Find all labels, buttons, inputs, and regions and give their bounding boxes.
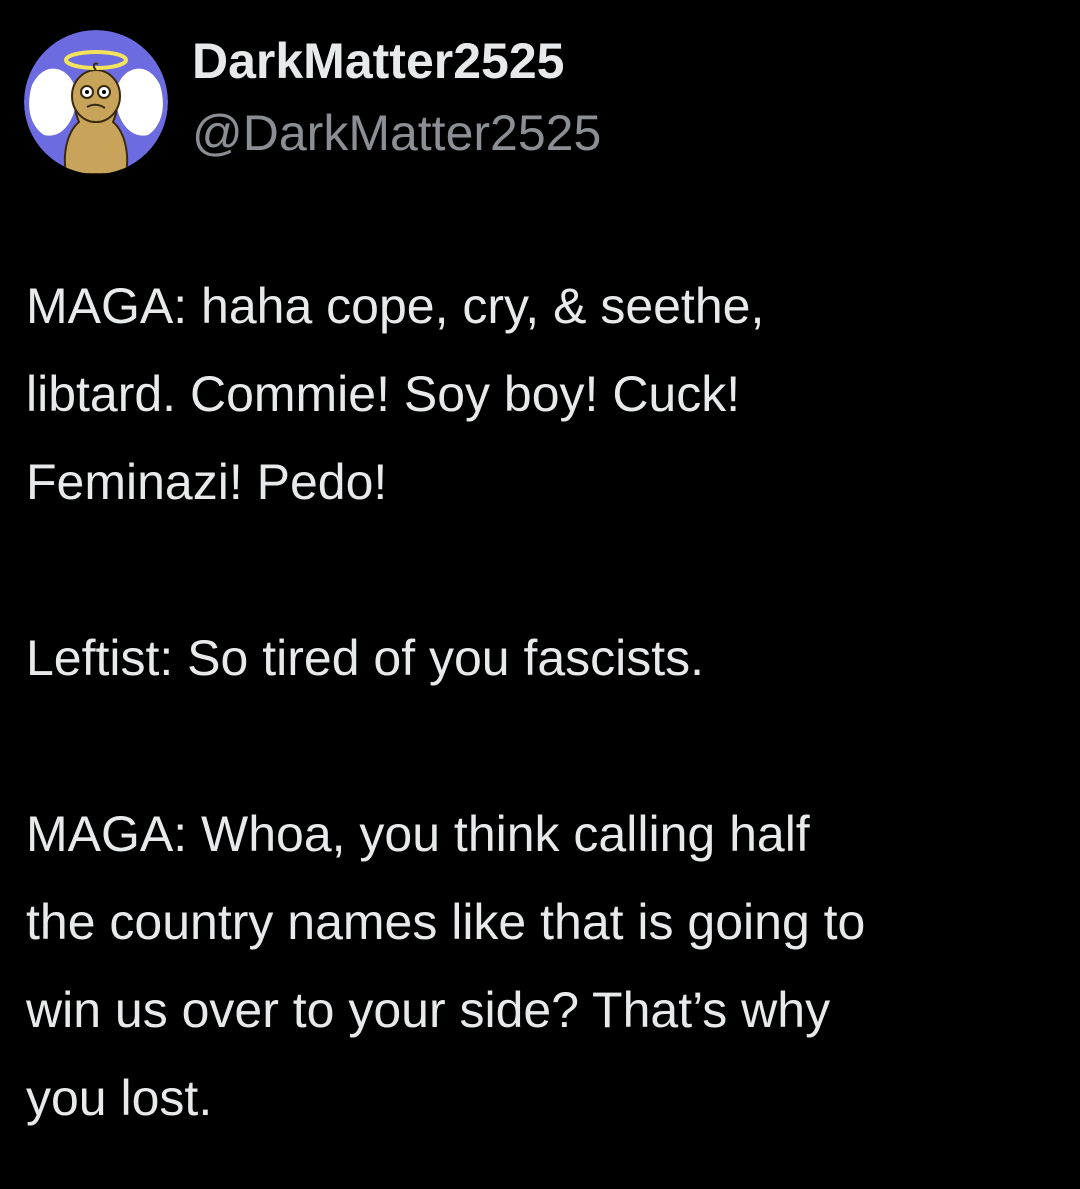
text-line: MAGA: Whoa, you think calling half — [26, 806, 810, 862]
user-handle[interactable]: @DarkMatter2525 — [192, 105, 601, 161]
paragraph-2: Leftist: So tired of you fascists. — [26, 614, 1066, 702]
tweet-header: DarkMatter2525 @DarkMatter2525 — [24, 30, 601, 174]
text-line: Feminazi! Pedo! — [26, 454, 388, 510]
paragraph-1: MAGA: haha cope, cry, & seethe, libtard.… — [26, 262, 1066, 526]
text-line: Leftist: So tired of you fascists. — [26, 630, 705, 686]
text-line: libtard. Commie! Soy boy! Cuck! — [26, 366, 741, 422]
text-line: MAGA: haha cope, cry, & seethe, — [26, 278, 765, 334]
tweet-card: DarkMatter2525 @DarkMatter2525 MAGA: hah… — [0, 0, 1080, 1189]
text-line: you lost. — [26, 1070, 213, 1126]
text-line: the country names like that is going to — [26, 894, 866, 950]
angel-avatar-icon — [24, 30, 168, 174]
paragraph-3: MAGA: Whoa, you think calling half the c… — [26, 790, 1066, 1142]
display-name[interactable]: DarkMatter2525 — [192, 33, 601, 89]
text-line: win us over to your side? That’s why — [26, 982, 831, 1038]
avatar[interactable] — [24, 30, 168, 174]
tweet-text: MAGA: haha cope, cry, & seethe, libtard.… — [26, 262, 1066, 1142]
author-info: DarkMatter2525 @DarkMatter2525 — [192, 30, 601, 161]
